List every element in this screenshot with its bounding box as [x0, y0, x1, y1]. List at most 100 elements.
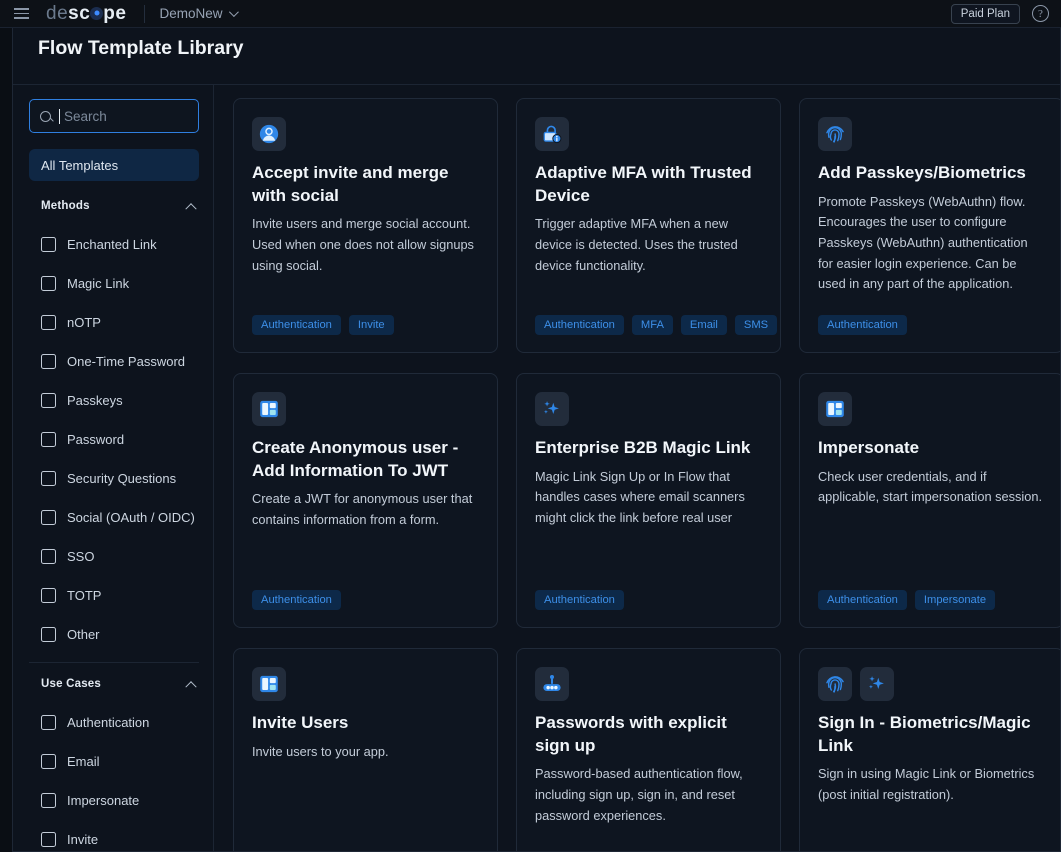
sparkle-icon — [860, 667, 894, 701]
filter-option-authentication[interactable]: Authentication — [29, 703, 199, 742]
hamburger-menu-icon[interactable] — [6, 0, 36, 28]
filter-option-sso[interactable]: SSO — [29, 537, 199, 576]
filter-group-options-use-cases: Authentication Email Impersonate Invite — [29, 703, 199, 852]
checkbox[interactable] — [41, 754, 56, 769]
checkbox[interactable] — [41, 237, 56, 252]
filter-group-title: Methods — [41, 200, 90, 212]
search-icon — [40, 111, 51, 122]
appbar-divider — [144, 5, 145, 23]
filter-option-label: Impersonate — [67, 793, 139, 808]
checkbox[interactable] — [41, 832, 56, 847]
appbar-right-group: Paid Plan ? — [951, 4, 1061, 24]
template-card[interactable]: Adaptive MFA with Trusted Device Trigger… — [516, 98, 781, 353]
page-title: Flow Template Library — [38, 37, 244, 60]
tag[interactable]: Authentication — [535, 315, 624, 335]
filter-option-label: Authentication — [67, 715, 149, 730]
layout-panel-icon — [818, 392, 852, 426]
brand-dot-icon — [90, 7, 103, 20]
tag[interactable]: MFA — [632, 315, 673, 335]
template-card[interactable]: Invite Users Invite users to your app. — [233, 648, 498, 852]
filter-option-label: Passkeys — [67, 393, 123, 408]
filter-option-password[interactable]: Password — [29, 420, 199, 459]
checkbox[interactable] — [41, 715, 56, 730]
tag[interactable]: Authentication — [535, 590, 624, 610]
checkbox[interactable] — [41, 471, 56, 486]
card-icon-row — [535, 117, 762, 151]
filter-option-one-time-password[interactable]: One-Time Password — [29, 342, 199, 381]
template-card[interactable]: Add Passkeys/Biometrics Promote Passkeys… — [799, 98, 1060, 353]
filter-option-magic-link[interactable]: Magic Link — [29, 264, 199, 303]
card-description: Trigger adaptive MFA when a new device i… — [535, 214, 762, 276]
top-app-bar: descpe DemoNew Paid Plan ? — [0, 0, 1061, 28]
checkbox[interactable] — [41, 393, 56, 408]
filter-option-label: Other — [67, 627, 100, 642]
filter-group-header-methods[interactable]: Methods — [29, 195, 199, 217]
card-title: Impersonate — [818, 437, 1045, 460]
template-card[interactable]: Accept invite and merge with social Invi… — [233, 98, 498, 353]
card-description: Promote Passkeys (WebAuthn) flow. Encour… — [818, 192, 1045, 296]
template-card[interactable]: Impersonate Check user credentials, and … — [799, 373, 1060, 628]
sparkle-icon — [535, 392, 569, 426]
checkbox[interactable] — [41, 627, 56, 642]
filter-option-label: Email — [67, 754, 100, 769]
tag[interactable]: Authentication — [818, 590, 907, 610]
tag[interactable]: Authentication — [818, 315, 907, 335]
sidebar-divider — [29, 662, 199, 663]
card-title: Create Anonymous user - Add Information … — [252, 437, 479, 482]
filter-option-totp[interactable]: TOTP — [29, 576, 199, 615]
card-tags: Authentication Invite — [252, 315, 394, 335]
filter-option-email[interactable]: Email — [29, 742, 199, 781]
brand-text-light: de — [46, 3, 68, 25]
card-tags: Authentication Impersonate — [818, 590, 995, 610]
card-title: Accept invite and merge with social — [252, 162, 479, 207]
filter-option-social[interactable]: Social (OAuth / OIDC) — [29, 498, 199, 537]
filter-option-notp[interactable]: nOTP — [29, 303, 199, 342]
text-caret — [59, 109, 60, 124]
search-placeholder: Search — [64, 109, 107, 124]
checkbox[interactable] — [41, 510, 56, 525]
checkbox[interactable] — [41, 432, 56, 447]
filter-option-invite[interactable]: Invite — [29, 820, 199, 852]
filter-option-label: nOTP — [67, 315, 101, 330]
lock-info-icon — [535, 117, 569, 151]
template-card[interactable]: Enterprise B2B Magic Link Magic Link Sig… — [516, 373, 781, 628]
checkbox[interactable] — [41, 549, 56, 564]
checkbox[interactable] — [41, 276, 56, 291]
card-description: Sign in using Magic Link or Biometrics (… — [818, 764, 1045, 805]
checkbox[interactable] — [41, 793, 56, 808]
checkbox[interactable] — [41, 315, 56, 330]
checkbox[interactable] — [41, 354, 56, 369]
card-icon-row — [252, 392, 479, 426]
search-input[interactable]: Search — [29, 99, 199, 133]
template-card[interactable]: Create Anonymous user - Add Information … — [233, 373, 498, 628]
user-avatar-icon — [252, 117, 286, 151]
tag[interactable]: Authentication — [252, 315, 341, 335]
modal-body: Search All Templates Methods Enchanted L… — [13, 85, 1060, 852]
card-tags: Authentication — [252, 590, 341, 610]
layout-panel-icon — [252, 667, 286, 701]
filter-option-passkeys[interactable]: Passkeys — [29, 381, 199, 420]
tag[interactable]: SMS — [735, 315, 777, 335]
filter-option-security-questions[interactable]: Security Questions — [29, 459, 199, 498]
template-card[interactable]: Sign In - Biometrics/Magic Link Sign in … — [799, 648, 1060, 852]
filter-option-label: Password — [67, 432, 124, 447]
filter-option-impersonate[interactable]: Impersonate — [29, 781, 199, 820]
filter-option-label: SSO — [67, 549, 94, 564]
tag[interactable]: Impersonate — [915, 590, 995, 610]
flow-template-library-modal: Flow Template Library Search All Templat… — [12, 12, 1061, 852]
help-icon[interactable]: ? — [1032, 5, 1049, 22]
tag[interactable]: Email — [681, 315, 727, 335]
project-selector[interactable]: DemoNew — [159, 6, 235, 21]
filter-option-enchanted-link[interactable]: Enchanted Link — [29, 225, 199, 264]
card-title: Adaptive MFA with Trusted Device — [535, 162, 762, 207]
filter-option-other[interactable]: Other — [29, 615, 199, 654]
sidebar-item-all-templates[interactable]: All Templates — [29, 149, 199, 181]
filter-option-label: Magic Link — [67, 276, 129, 291]
filter-group-header-use-cases[interactable]: Use Cases — [29, 673, 199, 695]
filter-option-label: TOTP — [67, 588, 101, 603]
tag[interactable]: Invite — [349, 315, 394, 335]
plan-badge[interactable]: Paid Plan — [951, 4, 1020, 24]
template-card[interactable]: Passwords with explicit sign up Password… — [516, 648, 781, 852]
tag[interactable]: Authentication — [252, 590, 341, 610]
checkbox[interactable] — [41, 588, 56, 603]
